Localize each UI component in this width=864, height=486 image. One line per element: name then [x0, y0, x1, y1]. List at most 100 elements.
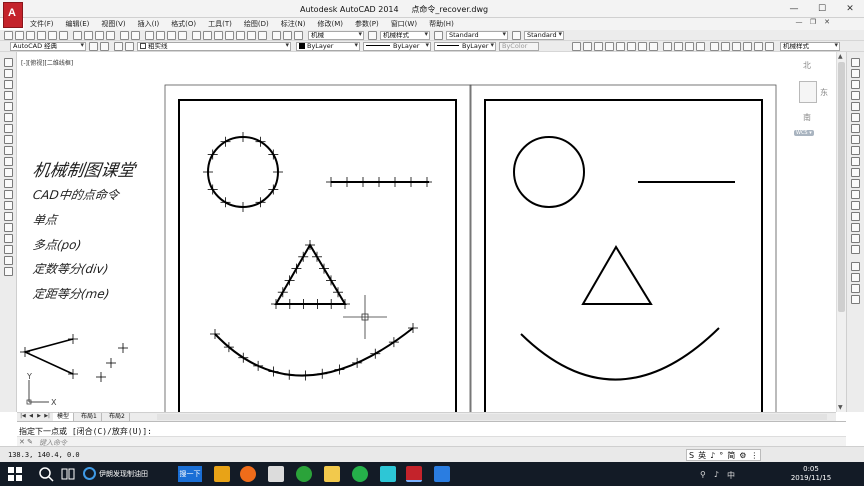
scroll-down-icon[interactable]: ▼ [838, 404, 843, 411]
close-button[interactable]: ✕ [836, 0, 864, 18]
mail-icon[interactable] [268, 466, 284, 482]
menu-help[interactable]: 帮助(H) [423, 19, 460, 29]
search-icon[interactable] [38, 466, 54, 482]
dim-diameter-icon[interactable] [638, 42, 647, 51]
ime-moon-icon[interactable]: ♪ [708, 451, 717, 460]
wcs-menu[interactable]: WCS ▾ [794, 130, 814, 136]
chat-app-icon[interactable] [380, 466, 396, 482]
blend-icon[interactable] [851, 234, 860, 243]
table-style-icon[interactable] [512, 31, 521, 40]
store-icon[interactable] [214, 466, 230, 482]
rectangle-icon[interactable] [4, 102, 13, 111]
ime-more-icon[interactable]: ⋮ [748, 451, 760, 460]
ellipse-arc-icon[interactable] [4, 168, 13, 177]
task-view-icon[interactable] [60, 466, 76, 482]
prev-tab-icon[interactable]: ◀ [27, 413, 35, 421]
layer-manager-icon[interactable] [100, 42, 109, 51]
layer-uniso-icon[interactable] [851, 273, 860, 282]
menu-insert[interactable]: 插入(I) [132, 19, 166, 29]
dim-baseline-icon[interactable] [674, 42, 683, 51]
markup-icon[interactable] [236, 31, 245, 40]
paste-icon[interactable] [95, 31, 104, 40]
menu-draw[interactable]: 绘图(D) [238, 19, 275, 29]
layer-on-icon[interactable] [114, 42, 123, 51]
browser-taskbar-item[interactable]: 伊朗发现制油田 [80, 466, 176, 482]
point-icon[interactable] [4, 201, 13, 210]
dim-ordinate-icon[interactable] [605, 42, 614, 51]
wechat-icon[interactable] [352, 466, 368, 482]
viewcube-face[interactable] [799, 81, 817, 103]
viewcube[interactable]: 北 东 南 WCS ▾ [790, 60, 830, 140]
polyline-icon[interactable] [4, 80, 13, 89]
menu-window[interactable]: 窗口(W) [385, 19, 423, 29]
properties-icon[interactable] [192, 31, 201, 40]
menu-modify[interactable]: 修改(M) [311, 19, 349, 29]
extend-icon[interactable] [851, 168, 860, 177]
menu-edit[interactable]: 编辑(E) [60, 19, 96, 29]
viewcube-south[interactable]: 南 [803, 112, 811, 123]
last-tab-icon[interactable]: ▶| [43, 413, 51, 421]
ime-settings-icon[interactable]: ⚙ [737, 451, 748, 460]
chamfer-icon[interactable] [851, 212, 860, 221]
minimize-button[interactable]: — [780, 0, 808, 18]
break-at-point-icon[interactable] [851, 179, 860, 188]
scroll-up-icon[interactable]: ▲ [838, 53, 843, 60]
center-mark-icon[interactable] [721, 42, 730, 51]
layer-walk-icon[interactable] [851, 295, 860, 304]
join-icon[interactable] [851, 201, 860, 210]
mtext-icon[interactable] [4, 256, 13, 265]
lineweight-combo[interactable]: ByLayer [434, 42, 496, 51]
autocad-logo-icon[interactable]: A [3, 2, 23, 28]
zoom-realtime-icon[interactable] [156, 31, 165, 40]
next-tab-icon[interactable]: ▶ [35, 413, 43, 421]
menu-dimension[interactable]: 标注(N) [275, 19, 312, 29]
ime-toolbar[interactable]: S 英 ♪ ° 简 ⚙ ⋮ [686, 449, 762, 461]
doc-restore-button[interactable]: ❐ [806, 18, 820, 30]
ime-logo-icon[interactable]: S [687, 451, 696, 460]
doc-close-button[interactable]: ✕ [820, 18, 834, 30]
gradient-icon[interactable] [4, 223, 13, 232]
tray-person-icon[interactable]: ⚲ [700, 470, 706, 481]
dim-space-icon[interactable] [696, 42, 705, 51]
menu-parametric[interactable]: 参数(P) [349, 19, 385, 29]
tray-ime-icon[interactable]: 中 [727, 470, 735, 481]
preview-icon[interactable] [48, 31, 57, 40]
text-style-icon[interactable] [368, 31, 377, 40]
tool-palettes-icon[interactable] [214, 31, 223, 40]
tray-volume-icon[interactable]: ♪ [714, 470, 719, 481]
dim-update-icon[interactable] [754, 42, 763, 51]
pan-icon[interactable] [145, 31, 154, 40]
layer-match-icon[interactable] [851, 284, 860, 293]
rotate-icon[interactable] [851, 124, 860, 133]
insert-block-icon[interactable] [4, 179, 13, 188]
ime-punctuation[interactable]: ° [717, 451, 725, 460]
table-icon[interactable] [4, 245, 13, 254]
scale-icon[interactable] [851, 135, 860, 144]
menu-format[interactable]: 格式(O) [165, 19, 202, 29]
copy-object-icon[interactable] [851, 69, 860, 78]
search-button[interactable]: 搜一下 [178, 466, 202, 482]
table-style-combo[interactable]: Standard [524, 31, 564, 40]
construction-line-icon[interactable] [4, 69, 13, 78]
zoom-window-icon[interactable] [167, 31, 176, 40]
quick-dim-icon[interactable] [663, 42, 672, 51]
dim-linear-icon[interactable] [572, 42, 581, 51]
vertical-scrollbar[interactable]: ▲ ▼ [836, 52, 846, 412]
tab-layout1[interactable]: 布局1 [77, 413, 102, 421]
firefox-icon[interactable] [240, 466, 256, 482]
dim-arc-icon[interactable] [594, 42, 603, 51]
undo-icon[interactable] [120, 31, 129, 40]
maximize-button[interactable]: ☐ [808, 0, 836, 18]
coordinate-readout[interactable]: 138.3, 140.4, 0.0 [8, 451, 80, 459]
menu-view[interactable]: 视图(V) [95, 19, 131, 29]
workspace-settings-icon[interactable] [89, 42, 98, 51]
hatch-icon[interactable] [4, 212, 13, 221]
doc-minimize-button[interactable]: — [792, 18, 806, 30]
ellipse-icon[interactable] [4, 157, 13, 166]
dim-radius-icon[interactable] [616, 42, 625, 51]
color-combo[interactable]: ByLayer [296, 42, 360, 51]
layer-freeze-icon[interactable] [125, 42, 134, 51]
dim-aligned-icon[interactable] [583, 42, 592, 51]
dim-style-combo[interactable]: Standard [446, 31, 508, 40]
taskbar-clock[interactable]: 0:05 2019/11/15 [786, 465, 836, 483]
